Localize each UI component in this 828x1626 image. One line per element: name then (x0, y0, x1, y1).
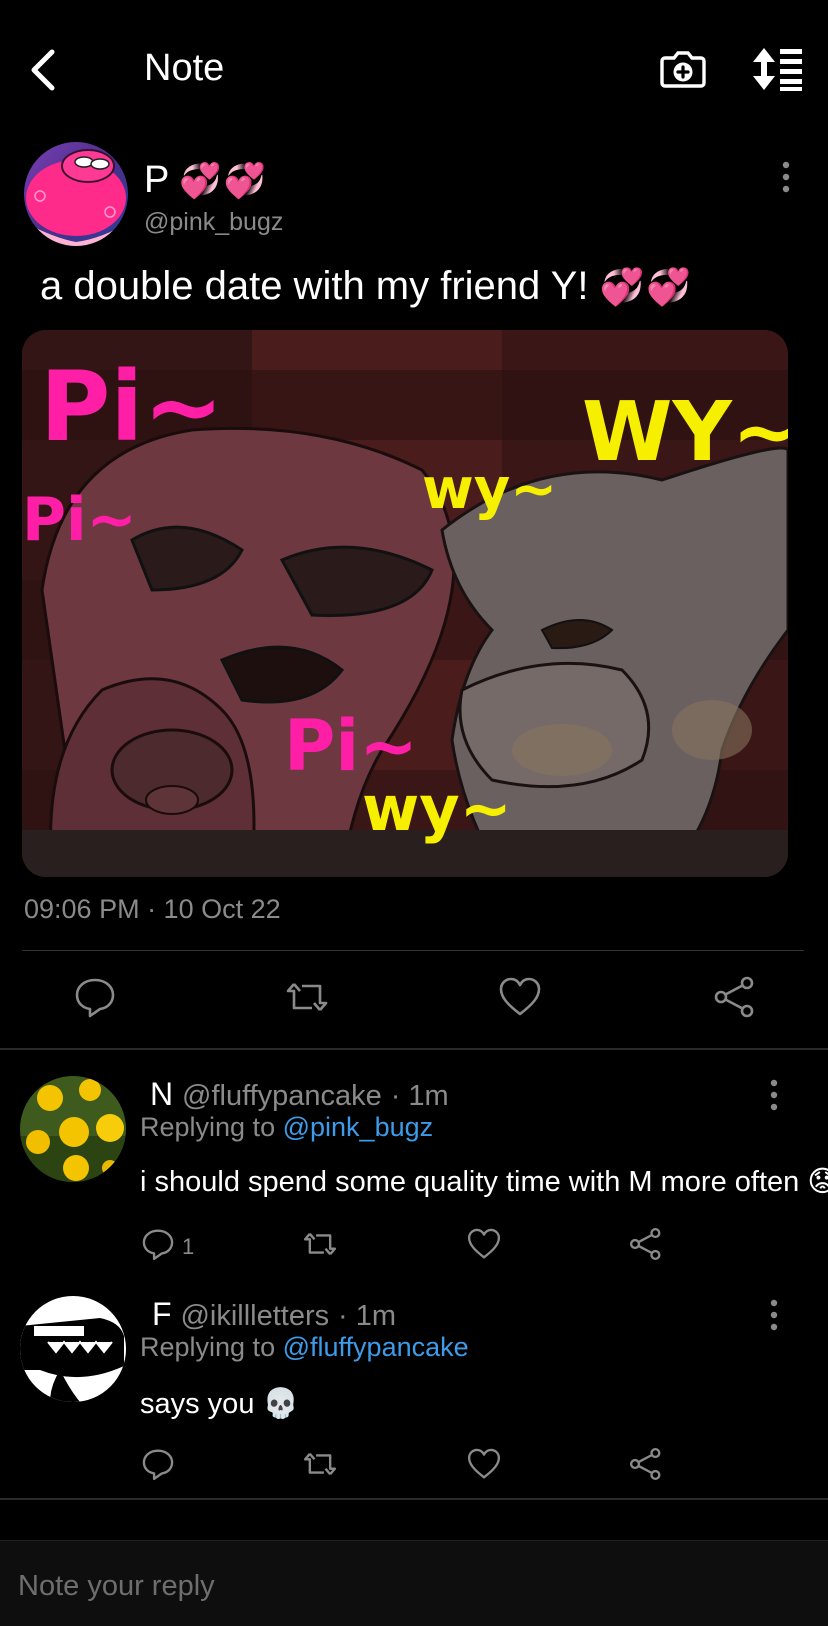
note-media-image[interactable]: Pi~ Pi~ Pi~ wy~ WY~ wy~ (22, 330, 788, 877)
heart-icon (499, 977, 541, 1016)
chevron-left-icon (31, 49, 55, 91)
caption-pi-small: Pi~ (22, 485, 137, 555)
reply-time: · 1m (338, 1300, 397, 1332)
author-display-name: P (144, 159, 169, 201)
reply-avatar[interactable] (20, 1076, 126, 1182)
camera-button[interactable] (660, 46, 706, 92)
reply-icon (142, 1229, 174, 1261)
reply-like-button[interactable] (466, 1226, 506, 1266)
heart-icon (467, 1228, 501, 1259)
reply-more-button[interactable] (764, 1078, 784, 1112)
renote-icon (286, 983, 328, 1011)
reply-header: F @ikillletters · 1m (152, 1294, 396, 1336)
caption-pi-large: Pi~ (40, 351, 224, 463)
note-emoji: 💞💞 (599, 266, 694, 307)
caption-wy-large: WY~ (582, 385, 788, 480)
reply-avatar[interactable] (20, 1296, 126, 1402)
divider (22, 950, 804, 951)
author-name[interactable]: P 💞💞 (144, 158, 268, 203)
author-emoji: 💞💞 (179, 162, 268, 200)
renote-icon (303, 1453, 337, 1475)
replying-label: Replying to (140, 1112, 276, 1142)
reply-author-name[interactable]: F (152, 1296, 172, 1332)
replying-mention[interactable]: @pink_bugz (283, 1112, 434, 1142)
share-icon (629, 1227, 661, 1261)
caption-wy-bottom: wy~ (362, 772, 512, 845)
note-timestamp: 09:06 PM · 10 Oct 22 (24, 894, 281, 924)
divider (0, 1498, 828, 1500)
reply-share-button[interactable] (628, 1226, 668, 1266)
note-page: Note P 💞💞 @pink_bugz a double date with … (0, 0, 828, 1626)
note-text: a double date with my friend Y! 💞💞 (40, 258, 693, 315)
note-body: a double date with my friend Y! (40, 264, 589, 308)
reply-icon (142, 1449, 174, 1481)
dandelion-avatar-image (20, 1076, 126, 1182)
monster-avatar-image (20, 1296, 126, 1402)
reply-count: 1 (182, 1234, 195, 1259)
avatar-image (24, 142, 128, 246)
replying-to: Replying to @pink_bugz (140, 1112, 433, 1143)
sort-list-icon (753, 48, 802, 91)
reply-body: says you (140, 1388, 255, 1420)
top-bar: Note (0, 0, 828, 130)
sort-button[interactable] (752, 46, 804, 92)
divider (0, 1048, 828, 1050)
renote-button[interactable] (284, 974, 330, 1020)
author-handle[interactable]: @pink_bugz (144, 208, 283, 237)
reply-button[interactable] (72, 974, 118, 1020)
reply-reply-button[interactable] (140, 1446, 180, 1486)
reply-author-handle[interactable]: @ikillletters (180, 1300, 329, 1332)
heart-icon (467, 1448, 501, 1479)
renote-icon (303, 1233, 337, 1255)
caption-wy-small: wy~ (422, 457, 557, 522)
share-icon (714, 976, 754, 1018)
reply-more-button[interactable] (764, 1298, 784, 1332)
note-action-bar (0, 974, 828, 1026)
share-button[interactable] (712, 974, 758, 1020)
reply-share-button[interactable] (628, 1446, 668, 1486)
reply-header: N @fluffypancake · 1m (150, 1074, 449, 1116)
reply-composer (0, 1540, 828, 1626)
reply-time: · 1m (390, 1080, 449, 1112)
replying-label: Replying to (140, 1332, 276, 1362)
reply-text: i should spend some quality time with M … (140, 1162, 828, 1202)
reply-author-name[interactable]: N (150, 1076, 173, 1112)
reply-like-button[interactable] (466, 1446, 506, 1486)
reply-renote-button[interactable] (302, 1226, 342, 1266)
reply-text: says you 💀 (140, 1384, 299, 1424)
camera-plus-icon (660, 51, 706, 88)
share-icon (629, 1447, 661, 1481)
page-title: Note (144, 47, 225, 89)
back-button[interactable] (22, 44, 70, 92)
replying-mention[interactable]: @fluffypancake (283, 1332, 469, 1362)
reply-emoji: 😟 (807, 1166, 828, 1198)
like-button[interactable] (497, 974, 543, 1020)
author-avatar[interactable] (24, 142, 128, 246)
skull-icon: 💀 (262, 1388, 299, 1420)
reply-body: i should spend some quality time with M … (140, 1166, 800, 1198)
cartoon-illustration: Pi~ Pi~ Pi~ wy~ WY~ wy~ (22, 330, 788, 877)
reply-renote-button[interactable] (302, 1446, 342, 1486)
more-vertical-icon (782, 161, 790, 193)
reply-icon (75, 978, 115, 1018)
reply-author-handle[interactable]: @fluffypancake (182, 1080, 382, 1112)
replying-to: Replying to @fluffypancake (140, 1332, 469, 1363)
more-vertical-icon (770, 1299, 778, 1331)
reply-input[interactable] (16, 1563, 800, 1609)
more-options-button[interactable] (776, 160, 796, 194)
more-vertical-icon (770, 1079, 778, 1111)
